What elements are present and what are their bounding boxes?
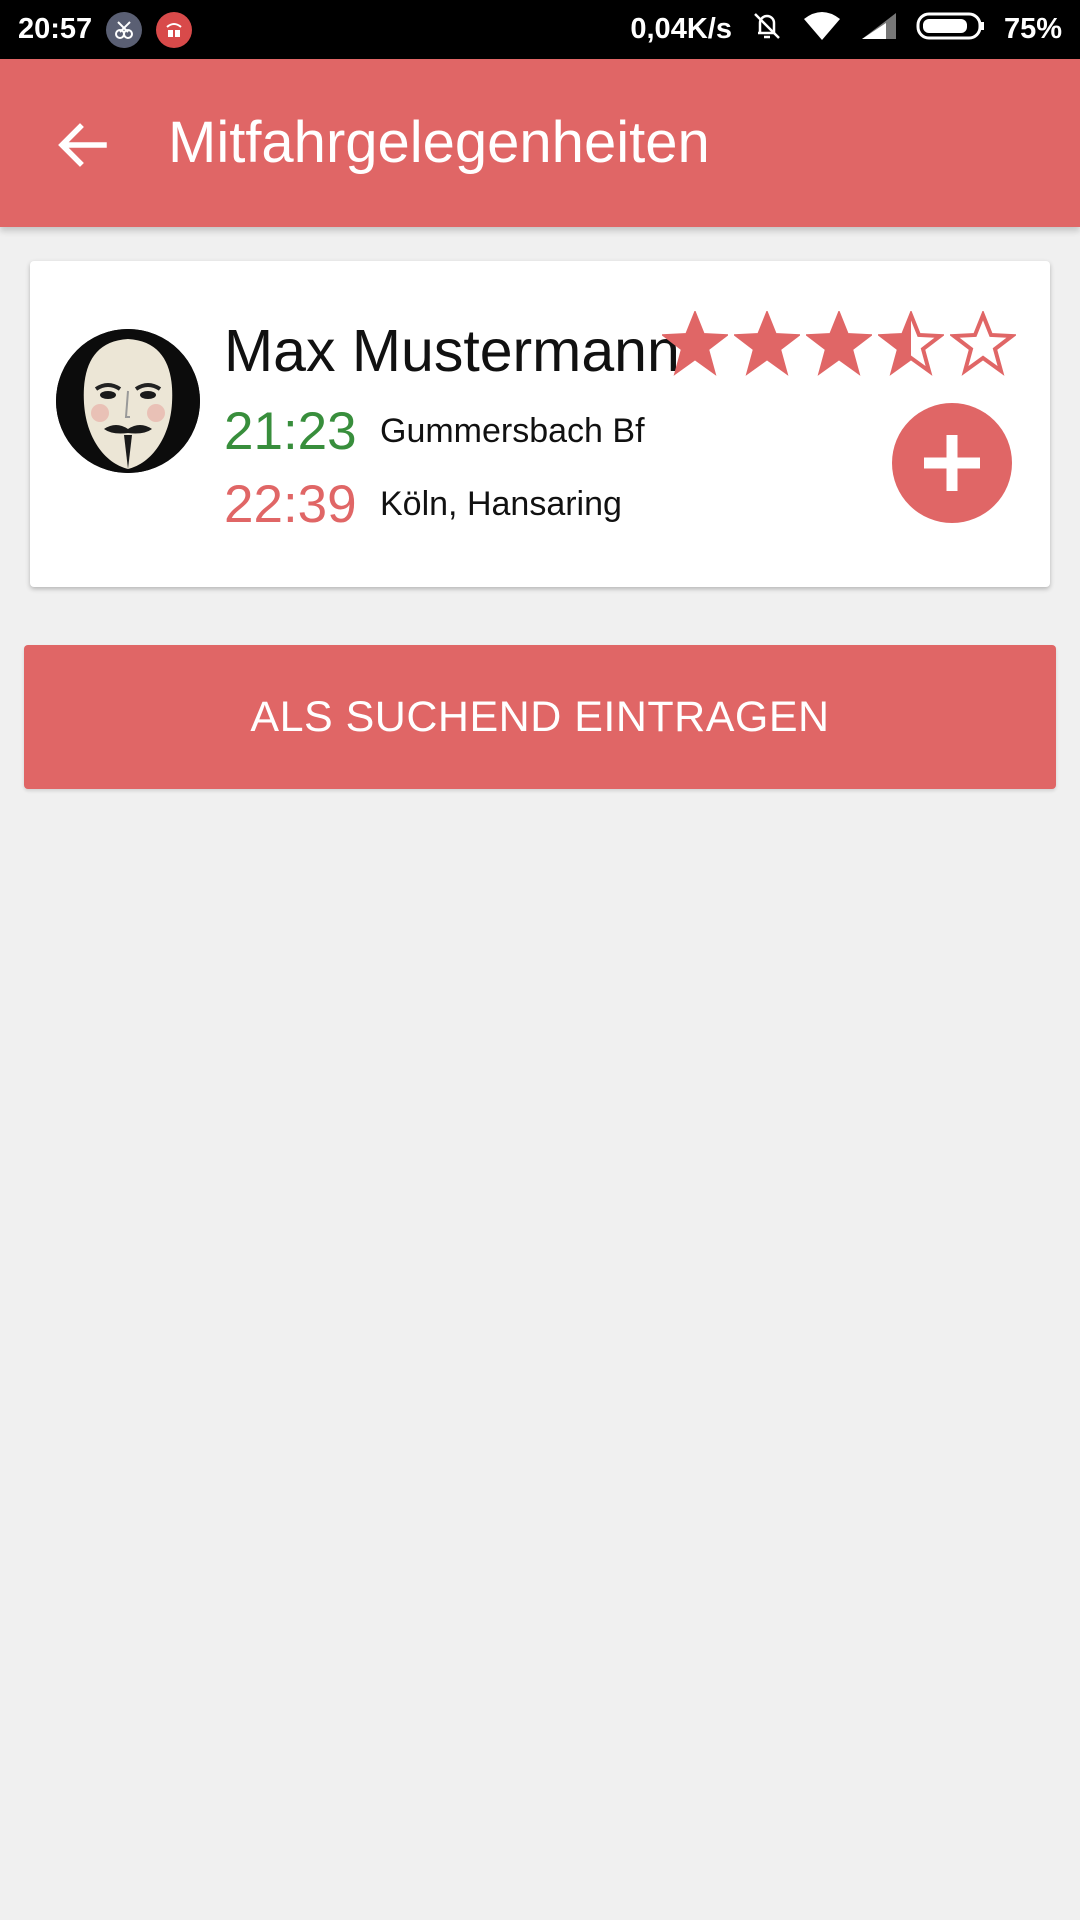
star-empty-icon bbox=[950, 311, 1016, 376]
departure-place: Gummersbach Bf bbox=[380, 412, 645, 450]
app-notification-icon bbox=[156, 11, 193, 48]
page-title: Mitfahrgelegenheiten bbox=[168, 110, 710, 175]
battery-icon bbox=[916, 11, 986, 49]
back-button[interactable] bbox=[52, 115, 112, 175]
star-full-icon bbox=[734, 311, 800, 376]
arrow-back-icon bbox=[58, 123, 107, 167]
status-left: 20:57 bbox=[18, 11, 193, 48]
status-right: 0,04K/s 75% bbox=[630, 9, 1062, 51]
signal-icon bbox=[860, 11, 898, 49]
register-searching-button[interactable]: ALS SUCHEND EINTRAGEN bbox=[24, 645, 1056, 789]
arrival-row: 22:39 Köln, Hansaring bbox=[224, 474, 622, 535]
star-half-icon bbox=[878, 311, 944, 376]
plus-icon bbox=[924, 435, 980, 491]
app-notification-icon bbox=[106, 11, 143, 48]
departure-row: 21:23 Gummersbach Bf bbox=[224, 401, 645, 462]
star-full-icon bbox=[662, 311, 728, 376]
driver-name: Max Mustermann bbox=[224, 318, 680, 384]
ride-card[interactable]: Max Mustermann 21:23 Gummersbach Bf 22:3… bbox=[30, 261, 1050, 587]
rating-stars bbox=[662, 311, 1016, 377]
arrival-time: 22:39 bbox=[224, 475, 357, 534]
wifi-icon bbox=[802, 11, 842, 49]
avatar bbox=[56, 329, 200, 473]
status-time: 20:57 bbox=[18, 13, 93, 45]
battery-percent: 75% bbox=[1003, 13, 1062, 45]
vibrate-off-icon bbox=[750, 9, 784, 51]
network-speed: 0,04K/s bbox=[630, 13, 732, 45]
departure-time: 21:23 bbox=[224, 402, 357, 461]
add-ride-button[interactable] bbox=[892, 403, 1012, 523]
status-bar: 20:57 0,04K/s 75% bbox=[0, 0, 1080, 59]
arrival-place: Köln, Hansaring bbox=[380, 485, 622, 523]
app-bar: Mitfahrgelegenheiten bbox=[0, 59, 1080, 227]
star-full-icon bbox=[806, 311, 872, 376]
